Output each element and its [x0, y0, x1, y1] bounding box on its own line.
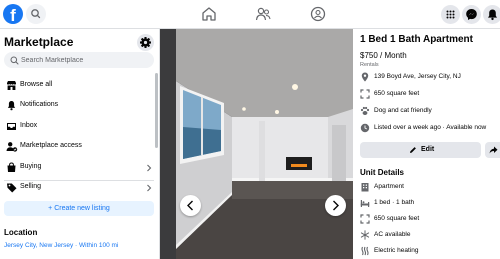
- share-button[interactable]: [485, 142, 500, 158]
- sidebar-item-label: Notifications: [20, 101, 59, 108]
- sidebar-item-label: Marketplace access: [20, 142, 82, 149]
- notifications-button[interactable]: [483, 5, 500, 24]
- facebook-logo[interactable]: f: [3, 4, 23, 24]
- chevron-right-icon: [147, 184, 152, 192]
- messenger-icon: [466, 9, 477, 20]
- listing-photo: [160, 29, 353, 259]
- bed-icon: [360, 200, 370, 207]
- menu-grid-icon: [446, 10, 455, 19]
- share-arrow-icon: [489, 146, 498, 154]
- person-badge-icon: [6, 142, 18, 152]
- inbox-icon: [7, 123, 16, 130]
- search-button[interactable]: [26, 4, 46, 24]
- sidebar-item-notifications[interactable]: Notifications: [2, 96, 154, 115]
- area-icon: [360, 89, 370, 99]
- home-icon[interactable]: [200, 5, 218, 23]
- groups-icon[interactable]: [309, 5, 327, 23]
- search-icon: [31, 9, 41, 19]
- location-pin-icon: [361, 72, 369, 82]
- location-title: Location: [4, 228, 38, 237]
- heating-icon: [361, 246, 369, 256]
- sidebar-item-selling[interactable]: Selling: [2, 178, 154, 197]
- sidebar-item-browse-all[interactable]: Browse all: [2, 76, 154, 95]
- snowflake-icon: [360, 230, 370, 240]
- previous-photo-button[interactable]: [180, 195, 201, 216]
- marketplace-search-input[interactable]: [21, 52, 149, 68]
- notifications-bell-icon: [488, 9, 497, 21]
- listing-price: $750 / Month: [360, 51, 407, 60]
- listing-details-panel: 1 Bed 1 Bath Apartment $750 / Month Rent…: [353, 29, 500, 259]
- menu-button[interactable]: [441, 5, 460, 24]
- sidebar-item-marketplace-access[interactable]: Marketplace access: [2, 137, 154, 156]
- area-icon: [360, 214, 370, 224]
- listing-photo-viewer: [160, 29, 353, 259]
- sidebar-item-label: Buying: [20, 163, 42, 170]
- edit-listing-button[interactable]: Edit: [360, 142, 481, 158]
- paw-icon: [360, 106, 370, 115]
- sidebar-scrollbar[interactable]: [155, 73, 158, 148]
- clock-icon: [360, 123, 370, 133]
- pencil-icon: [410, 147, 416, 153]
- bell-icon: [7, 101, 16, 111]
- create-new-listing-button[interactable]: + Create new listing: [4, 201, 154, 216]
- next-photo-button[interactable]: [325, 195, 346, 216]
- chevron-left-icon: [187, 200, 193, 211]
- top-navigation-bar: f: [0, 0, 500, 29]
- listing-title: 1 Bed 1 Bath Apartment: [360, 34, 473, 45]
- sidebar-item-inbox[interactable]: Inbox: [2, 117, 154, 136]
- storefront-icon: [7, 81, 16, 90]
- sidebar-item-label: Inbox: [20, 122, 38, 129]
- gear-icon: [140, 37, 151, 48]
- chevron-right-icon: [147, 164, 152, 172]
- unit-details-title: Unit Details: [360, 168, 405, 177]
- listing-category: Rentals: [360, 62, 379, 68]
- building-icon: [361, 183, 369, 192]
- marketplace-search[interactable]: [4, 52, 154, 68]
- sidebar-item-label: Selling: [20, 183, 42, 190]
- chevron-right-icon: [333, 200, 339, 211]
- messenger-button[interactable]: [462, 5, 481, 24]
- location-filter-link[interactable]: Jersey City, New Jersey · Within 100 mi: [4, 242, 118, 249]
- friends-icon[interactable]: [254, 5, 272, 23]
- marketplace-sidebar: Marketplace Browse all: [0, 29, 160, 259]
- tag-icon: [7, 183, 17, 193]
- sidebar-title: Marketplace: [4, 35, 74, 49]
- sidebar-item-label: Browse all: [20, 81, 53, 88]
- settings-button[interactable]: [137, 34, 154, 51]
- shopping-bag-icon: [7, 162, 16, 172]
- search-icon: [10, 56, 19, 65]
- sidebar-item-buying[interactable]: Buying: [2, 158, 154, 177]
